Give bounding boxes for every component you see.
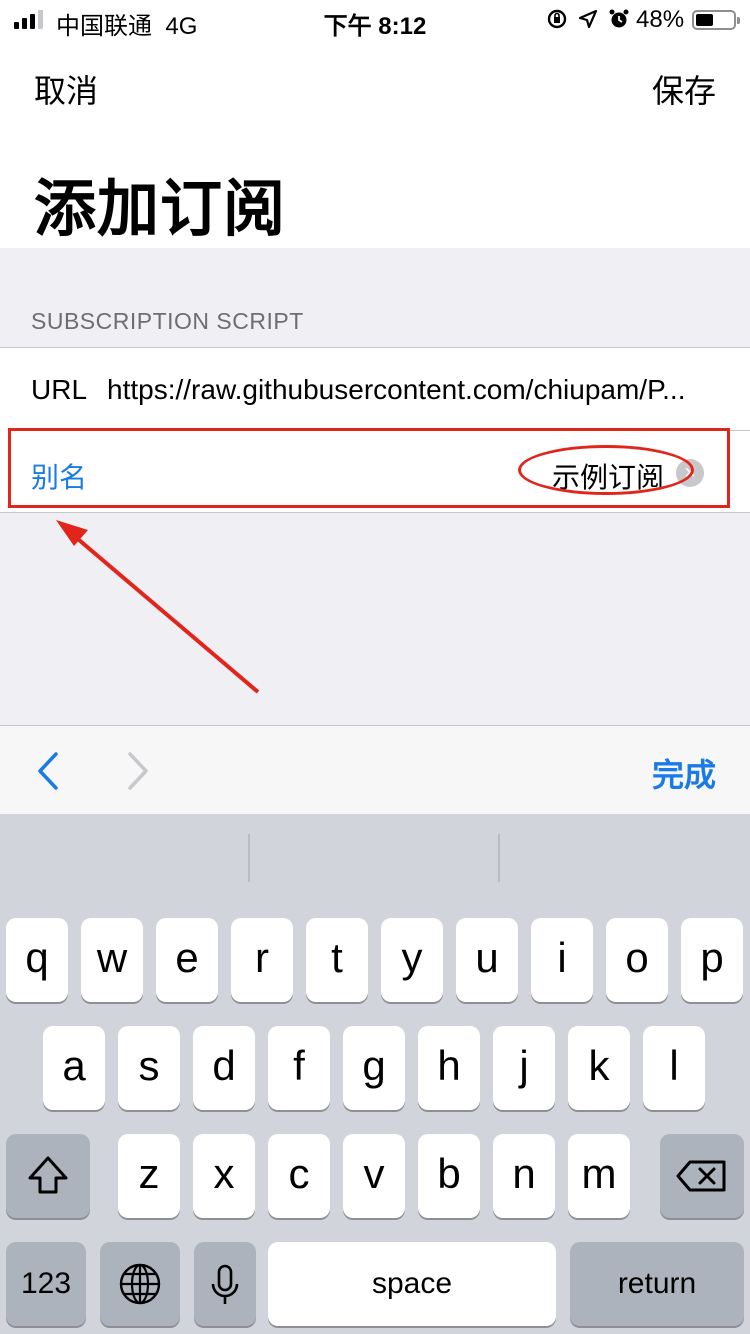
next-field-icon[interactable]	[124, 746, 154, 796]
previous-field-icon[interactable]	[32, 746, 62, 796]
key-l[interactable]: l	[643, 1026, 705, 1110]
key-g[interactable]: g	[343, 1026, 405, 1110]
done-button[interactable]: 完成	[652, 750, 716, 796]
url-field[interactable]: https://raw.githubusercontent.com/chiupa…	[107, 374, 727, 406]
key-p[interactable]: p	[681, 918, 743, 1002]
annotation-highlight-ellipse	[518, 445, 694, 495]
key-o[interactable]: o	[606, 918, 668, 1002]
key-t[interactable]: t	[306, 918, 368, 1002]
prediction-divider	[498, 834, 500, 882]
orientation-lock-icon	[547, 9, 567, 29]
key-j[interactable]: j	[493, 1026, 555, 1110]
key-h[interactable]: h	[418, 1026, 480, 1110]
key-k[interactable]: k	[568, 1026, 630, 1110]
dictation-key[interactable]	[194, 1242, 256, 1326]
shift-icon	[28, 1156, 68, 1194]
key-e[interactable]: e	[156, 918, 218, 1002]
navigation-bar: 取消 保存 添加订阅	[0, 40, 750, 248]
input-accessory-bar: 完成	[0, 725, 750, 814]
space-key[interactable]: space	[268, 1242, 556, 1326]
prediction-divider	[248, 834, 250, 882]
key-f[interactable]: f	[268, 1026, 330, 1110]
key-d[interactable]: d	[193, 1026, 255, 1110]
globe-key[interactable]	[100, 1242, 180, 1326]
key-y[interactable]: y	[381, 918, 443, 1002]
microphone-icon	[211, 1264, 239, 1304]
location-icon	[578, 9, 598, 29]
return-key[interactable]: return	[570, 1242, 744, 1326]
page-title: 添加订阅	[34, 175, 287, 244]
key-z[interactable]: z	[118, 1134, 180, 1218]
battery-percent: 48%	[636, 6, 685, 33]
key-v[interactable]: v	[343, 1134, 405, 1218]
status-icons	[546, 8, 630, 30]
key-w[interactable]: w	[81, 918, 143, 1002]
save-button[interactable]: 保存	[652, 66, 716, 112]
section-header: SUBSCRIPTION SCRIPT	[31, 308, 304, 334]
key-a[interactable]: a	[43, 1026, 105, 1110]
globe-icon	[119, 1263, 161, 1305]
url-label: URL	[31, 374, 88, 405]
status-bar: 中国联通 4G 下午 8:12 48%	[0, 0, 750, 40]
key-x[interactable]: x	[193, 1134, 255, 1218]
key-i[interactable]: i	[531, 918, 593, 1002]
key-m[interactable]: m	[568, 1134, 630, 1218]
key-u[interactable]: u	[456, 918, 518, 1002]
numbers-key[interactable]: 123	[6, 1242, 86, 1326]
key-s[interactable]: s	[118, 1026, 180, 1110]
keyboard: qwertyuiop asdfghjkl zxcvbnm 123 space ret…	[0, 814, 750, 1334]
key-c[interactable]: c	[268, 1134, 330, 1218]
alarm-icon	[609, 9, 629, 28]
delete-key[interactable]	[660, 1134, 744, 1218]
key-n[interactable]: n	[493, 1134, 555, 1218]
delete-icon	[676, 1160, 726, 1192]
key-b[interactable]: b	[418, 1134, 480, 1218]
key-r[interactable]: r	[231, 918, 293, 1002]
battery-icon	[692, 10, 740, 30]
cancel-button[interactable]: 取消	[34, 66, 98, 112]
shift-key[interactable]	[6, 1134, 90, 1218]
key-q[interactable]: q	[6, 918, 68, 1002]
